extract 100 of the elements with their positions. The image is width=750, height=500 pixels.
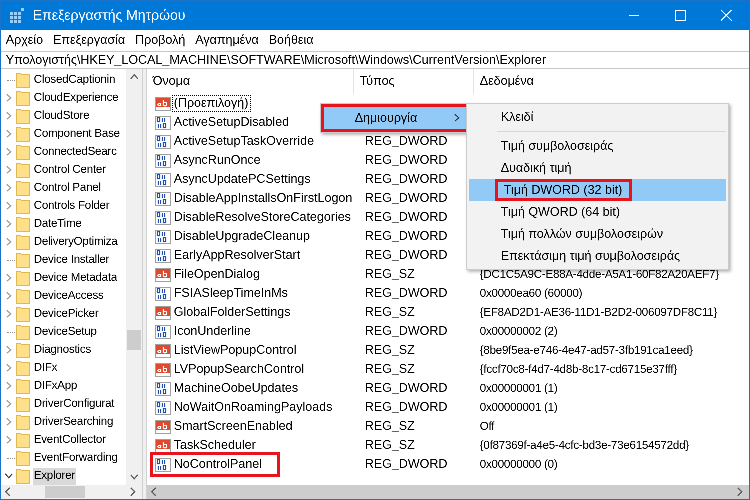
value-name[interactable]: EarlyAppResolverStart [173, 248, 302, 263]
menu-item[interactable]: Τιμή πολλών συμβολοσειρών [469, 223, 726, 245]
value-name[interactable]: DisableResolveStoreCategories [173, 210, 352, 225]
tree-item[interactable]: CloudStore [33, 108, 91, 124]
value-name[interactable]: FSIASleepTimeInMs [173, 286, 290, 301]
address-field[interactable]: Υπολογιστής\HKEY_LOCAL_MACHINE\SOFTWARE\Microsoft\Windows\CurrentVersion\Explorer [1, 52, 749, 68]
column-header[interactable]: Τύπος [354, 72, 395, 91]
value-name[interactable]: AsyncUpdatePCSettings [173, 172, 312, 187]
string-value-icon [155, 96, 171, 112]
tree-item[interactable]: Control Center [33, 162, 107, 178]
chevron-right-icon[interactable] [4, 382, 12, 390]
value-name[interactable]: MachineOobeUpdates [173, 381, 300, 396]
tree-item[interactable]: Device Installer [33, 252, 110, 268]
tree-item[interactable]: DeviceAccess [33, 288, 105, 304]
tree-item[interactable]: DIFxApp [33, 378, 78, 394]
tree-item[interactable]: DriverSearching [33, 414, 114, 430]
column-header[interactable]: Δεδομένα [474, 72, 534, 91]
tree-item[interactable]: DIFx [33, 360, 58, 376]
chevron-right-icon[interactable] [4, 238, 12, 246]
chevron-right-icon[interactable] [4, 220, 12, 228]
chevron-right-icon[interactable] [4, 94, 12, 102]
value-name[interactable]: DisableUpgradeCleanup [173, 229, 312, 244]
chevron-right-icon[interactable] [4, 148, 12, 156]
menu-item[interactable]: Κλειδί [469, 106, 726, 128]
folder-icon [16, 234, 30, 250]
value-name[interactable]: FileOpenDialog [173, 267, 262, 282]
tree-item[interactable]: CloudExperience [33, 90, 120, 106]
menu-item[interactable]: Προβολή [130, 30, 191, 51]
tree-item[interactable]: Controls Folder [33, 198, 111, 214]
value-name[interactable]: SmartScreenEnabled [173, 419, 294, 434]
chevron-right-icon[interactable] [4, 166, 12, 174]
window-title: Επεξεργαστής Μητρώου [33, 6, 186, 25]
value-name[interactable]: ActiveSetupDisabled [173, 115, 290, 130]
vertical-scrollbar[interactable] [126, 69, 142, 485]
value-name[interactable]: DisableAppInstallsOnFirstLogon [173, 191, 354, 206]
value-name[interactable]: NoWaitOnRoamingPayloads [173, 400, 334, 415]
binary-value-icon [155, 210, 171, 226]
value-name[interactable]: LVPopupSearchControl [173, 362, 306, 377]
tree-item[interactable]: DateTime [33, 216, 83, 232]
menu-item[interactable]: Επεκτάσιμη τιμή συμβολοσειράς [469, 245, 726, 267]
chevron-right-icon[interactable] [4, 184, 12, 192]
horizontal-scrollbar[interactable] [1, 485, 142, 499]
tree-item[interactable]: DeliveryOptimiza [33, 234, 119, 250]
table-cell: {8be9f5ea-e746-4e47-ad57-3fb191ca1eed} [480, 344, 694, 357]
chevron-right-icon[interactable] [4, 130, 12, 138]
value-name[interactable]: TaskScheduler [173, 438, 257, 453]
chevron-right-icon[interactable] [4, 292, 12, 300]
column-header[interactable]: Όνομα [147, 72, 190, 91]
tree-item[interactable]: EventForwarding [33, 450, 119, 466]
menu-item[interactable]: Βοήθεια [264, 30, 319, 51]
tree-item[interactable]: Diagnostics [33, 342, 92, 358]
horizontal-scrollbar[interactable] [147, 485, 749, 499]
menu-item[interactable]: Δυαδική τιμή [469, 157, 726, 179]
tree-item[interactable]: ConnectedSearc [33, 144, 118, 160]
table-cell: {DC1C5A9C-E88A-4dde-A5A1-60F82A20AEF7} [480, 268, 720, 281]
folder-icon [16, 468, 30, 484]
chevron-down-icon[interactable] [4, 472, 12, 480]
chevron-right-icon[interactable] [4, 400, 12, 408]
tree-item[interactable]: Control Panel [33, 180, 102, 196]
folder-icon [16, 396, 30, 412]
value-name[interactable]: GlobalFolderSettings [173, 305, 292, 320]
value-name[interactable]: (Προεπιλογή) [173, 96, 250, 111]
menu-item[interactable]: Αρχείο [1, 30, 48, 51]
chevron-right-icon[interactable] [4, 310, 12, 318]
chevron-right-icon[interactable] [4, 436, 12, 444]
table-cell: REG_DWORD [365, 457, 448, 472]
chevron-right-icon[interactable] [4, 418, 12, 426]
tree-item[interactable]: EventCollector [33, 432, 107, 448]
chevron-right-icon[interactable] [4, 202, 12, 210]
tree-item[interactable]: Device Metadata [33, 270, 118, 286]
scrollbar-thumb[interactable] [127, 330, 141, 350]
table-cell: REG_SZ [365, 362, 416, 376]
menu-item[interactable]: Τιμή συμβολοσειράς [469, 135, 726, 157]
menu-item[interactable]: Δημιουργία [323, 106, 467, 130]
folder-icon [16, 270, 30, 286]
string-value-icon [155, 304, 171, 320]
value-name[interactable]: ActiveSetupTaskOverride [173, 134, 316, 149]
tree-item[interactable]: ClosedCaptionin [33, 72, 116, 88]
folder-icon [16, 198, 30, 214]
menu-item[interactable]: Αγαπημένα [190, 30, 264, 51]
chevron-right-icon[interactable] [4, 274, 12, 282]
value-name[interactable]: IconUnderline [173, 324, 252, 339]
chevron-right-icon[interactable] [4, 346, 12, 354]
tree-item[interactable]: DriverConfigurat [33, 396, 116, 412]
value-name[interactable]: NoControlPanel [173, 457, 264, 472]
value-name[interactable]: ListViewPopupControl [173, 343, 298, 358]
menu-item[interactable]: Τιμή DWORD (32 bit) [469, 179, 726, 201]
scrollbar-thumb[interactable] [45, 486, 85, 498]
menu-item[interactable]: Τιμή QWORD (64 bit) [469, 201, 726, 223]
menu-item[interactable]: Επεξεργασία [48, 30, 130, 51]
chevron-right-icon[interactable] [4, 112, 12, 120]
tree-item[interactable]: Component Base [33, 126, 122, 142]
string-value-icon [155, 362, 171, 378]
table-cell: REG_DWORD [365, 248, 448, 262]
table-cell: {0f87369f-a4e5-4cfc-bd3e-73e6154572dd} [480, 440, 690, 452]
tree-item[interactable]: DevicePicker [33, 306, 100, 322]
tree-item[interactable]: DeviceSetup [33, 324, 98, 340]
value-name[interactable]: AsyncRunOnce [173, 153, 262, 168]
chevron-right-icon[interactable] [4, 364, 12, 372]
tree-item[interactable]: Explorer [33, 468, 76, 484]
